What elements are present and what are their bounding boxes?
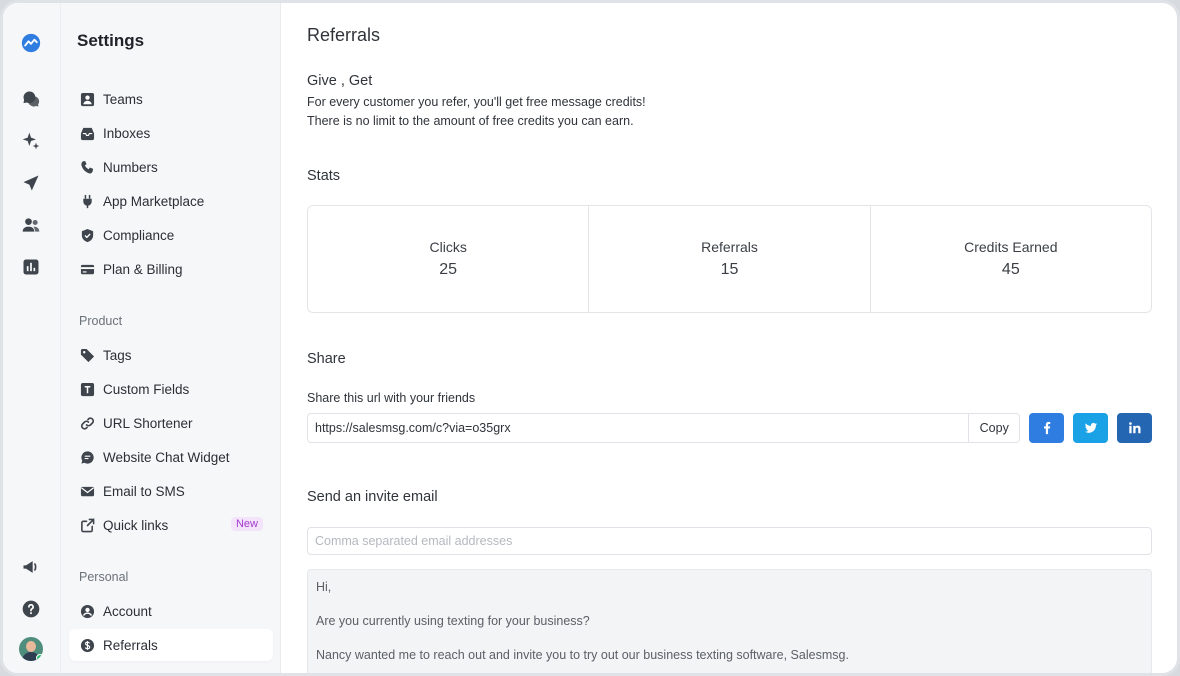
reports-icon[interactable]: [17, 253, 45, 281]
main-content: Referrals Give , Get For every customer …: [282, 3, 1177, 673]
twitter-share-button[interactable]: [1073, 413, 1109, 443]
share-heading: Share: [307, 351, 346, 367]
shield-icon: [79, 227, 95, 243]
text-field-icon: [79, 381, 95, 397]
stats-panel: Clicks 25 Referrals 15 Credits Earned 45: [307, 205, 1152, 313]
page-title: Referrals: [307, 25, 381, 45]
sidebar-item-label: Email to SMS: [103, 483, 185, 499]
stat-value: 15: [720, 261, 739, 278]
logo-icon[interactable]: [17, 29, 45, 57]
invite-heading: Send an invite email: [307, 489, 438, 505]
share-caption: Share this url with your friends: [307, 391, 476, 405]
sidebar-item-url-shortener[interactable]: URL Shortener: [69, 407, 273, 439]
tag-icon: [79, 347, 95, 363]
sidebar-item-compliance[interactable]: Compliance: [69, 219, 273, 251]
stats-heading: Stats: [307, 168, 341, 184]
share-url-box: Copy: [307, 413, 1021, 443]
stat-label: Referrals: [701, 239, 758, 255]
app-window: Settings Teams Inboxes Numbers App Marke…: [0, 0, 1180, 676]
give-get-heading: Give , Get: [307, 73, 373, 89]
sidebar-title: Settings: [77, 31, 145, 50]
share-url-row: Copy: [307, 413, 1153, 443]
sidebar-item-custom-fields[interactable]: Custom Fields: [69, 373, 273, 405]
sidebar-item-app-marketplace[interactable]: App Marketplace: [69, 185, 273, 217]
user-circle-icon: [79, 603, 95, 619]
sidebar-item-teams[interactable]: Teams: [69, 83, 273, 115]
message-line: Hi,: [316, 580, 332, 594]
sidebar-item-label: Account: [103, 603, 152, 619]
sidebar-item-referrals[interactable]: Referrals: [69, 629, 273, 661]
sidebar-item-label: Numbers: [103, 159, 158, 175]
stat-value: 25: [439, 261, 458, 278]
facebook-share-button[interactable]: [1029, 413, 1065, 443]
stat-credits-earned: Credits Earned 45: [871, 206, 1151, 312]
sidebar-item-plan-billing[interactable]: Plan & Billing: [69, 253, 273, 285]
chat-bubble-icon: [79, 449, 95, 465]
send-icon[interactable]: [17, 169, 45, 197]
facebook-icon: [1043, 421, 1050, 435]
sidebar-item-label: Tags: [103, 347, 132, 363]
sidebar-item-label: Custom Fields: [103, 381, 190, 397]
new-badge: New: [230, 517, 263, 531]
inbox-icon: [79, 125, 95, 141]
message-line: Nancy wanted me to reach out and invite …: [316, 648, 849, 662]
sidebar-item-label: Referrals: [103, 637, 158, 653]
help-icon[interactable]: [17, 595, 45, 623]
avatar[interactable]: [19, 637, 43, 661]
sidebar-item-label: Website Chat Widget: [103, 449, 230, 465]
credit-card-icon: [79, 261, 95, 277]
sidebar-item-label: App Marketplace: [103, 193, 205, 209]
sidebar-item-label: URL Shortener: [103, 415, 193, 431]
sidebar-item-numbers[interactable]: Numbers: [69, 151, 273, 183]
sidebar-item-website-chat-widget[interactable]: Website Chat Widget: [69, 441, 273, 473]
stat-label: Clicks: [429, 239, 467, 255]
sparkle-icon[interactable]: [17, 127, 45, 155]
sidebar-item-label: Quick links: [103, 517, 169, 533]
chat-icon[interactable]: [17, 85, 45, 113]
plug-icon: [79, 193, 95, 209]
icon-rail: [3, 3, 61, 673]
settings-sidebar: Settings Teams Inboxes Numbers App Marke…: [61, 3, 281, 673]
message-line: Are you currently using texting for your…: [316, 614, 590, 628]
online-status-dot: [36, 654, 43, 661]
stat-referrals: Referrals 15: [589, 206, 871, 312]
sidebar-item-label: Compliance: [103, 227, 175, 243]
sidebar-item-email-to-sms[interactable]: Email to SMS: [69, 475, 273, 507]
envelope-icon: [79, 483, 95, 499]
megaphone-icon[interactable]: [17, 553, 45, 581]
stat-value: 45: [1001, 261, 1020, 278]
stat-label: Credits Earned: [964, 239, 1058, 255]
external-link-icon: [79, 517, 95, 533]
copy-button[interactable]: Copy: [968, 414, 1020, 442]
stat-clicks: Clicks 25: [308, 206, 590, 312]
give-get-line-1: For every customer you refer, you'll get…: [307, 95, 646, 109]
dollar-icon: [79, 637, 95, 653]
twitter-icon: [1084, 422, 1097, 433]
sidebar-item-label: Inboxes: [103, 125, 151, 141]
sidebar-item-inboxes[interactable]: Inboxes: [69, 117, 273, 149]
linkedin-icon: [1128, 422, 1141, 434]
sidebar-item-label: Plan & Billing: [103, 261, 183, 277]
phone-icon: [79, 159, 95, 175]
person-badge-icon: [79, 91, 95, 107]
link-icon: [79, 415, 95, 431]
invite-message-textarea[interactable]: Hi, Are you currently using texting for …: [307, 569, 1152, 673]
sidebar-item-account[interactable]: Account: [69, 595, 273, 627]
section-label-personal: Personal: [79, 570, 129, 584]
give-get-line-2: There is no limit to the amount of free …: [307, 114, 634, 128]
sidebar-item-label: Teams: [103, 91, 143, 107]
section-label-product: Product: [79, 314, 123, 328]
sidebar-item-tags[interactable]: Tags: [69, 339, 273, 371]
sidebar-item-quick-links[interactable]: Quick links New: [69, 509, 273, 541]
invite-email-input[interactable]: [307, 527, 1152, 555]
share-url-input[interactable]: [308, 414, 969, 442]
linkedin-share-button[interactable]: [1117, 413, 1153, 443]
contacts-icon[interactable]: [17, 211, 45, 239]
